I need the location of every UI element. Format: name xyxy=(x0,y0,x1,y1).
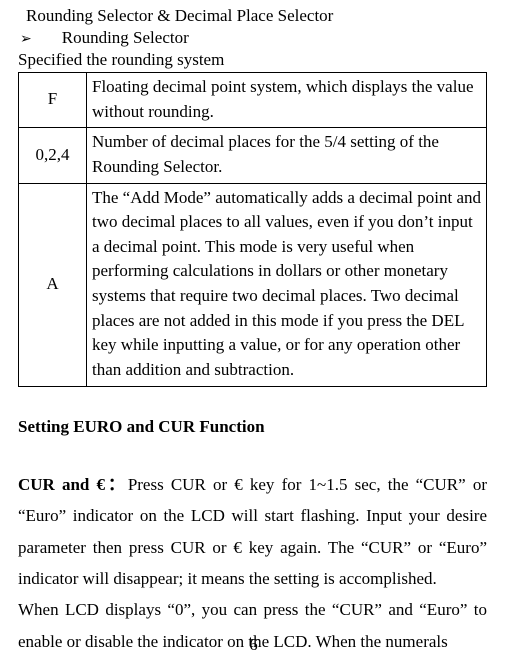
cell-desc: The “Add Mode” automatically adds a deci… xyxy=(87,183,487,386)
cell-key: 0,2,4 xyxy=(19,128,87,183)
paragraph-cur-euro-instructions: CUR and €：Press CUR or € key for 1~1.5 s… xyxy=(18,469,487,595)
cell-key: A xyxy=(19,183,87,386)
table-row: 0,2,4 Number of decimal places for the 5… xyxy=(19,128,487,183)
table-row: F Floating decimal point system, which d… xyxy=(19,73,487,128)
cell-desc: Number of decimal places for the 5/4 set… xyxy=(87,128,487,183)
bullet-label: Rounding Selector xyxy=(62,28,189,48)
rounding-table: F Floating decimal point system, which d… xyxy=(18,72,487,387)
subheading-specified: Specified the rounding system xyxy=(18,50,487,70)
section-heading-euro-cur: Setting EURO and CUR Function xyxy=(18,417,487,437)
chevron-right-icon: ➢ xyxy=(20,31,32,48)
table-row: A The “Add Mode” automatically adds a de… xyxy=(19,183,487,386)
cell-desc: Floating decimal point system, which dis… xyxy=(87,73,487,128)
heading-rounding-decimal: Rounding Selector & Decimal Place Select… xyxy=(26,6,487,26)
cell-key: F xyxy=(19,73,87,128)
page-number: 6 xyxy=(0,635,507,655)
bullet-item-rounding-selector: ➢ Rounding Selector xyxy=(18,28,487,48)
paragraph-lead-bold: CUR and €： xyxy=(18,475,128,494)
